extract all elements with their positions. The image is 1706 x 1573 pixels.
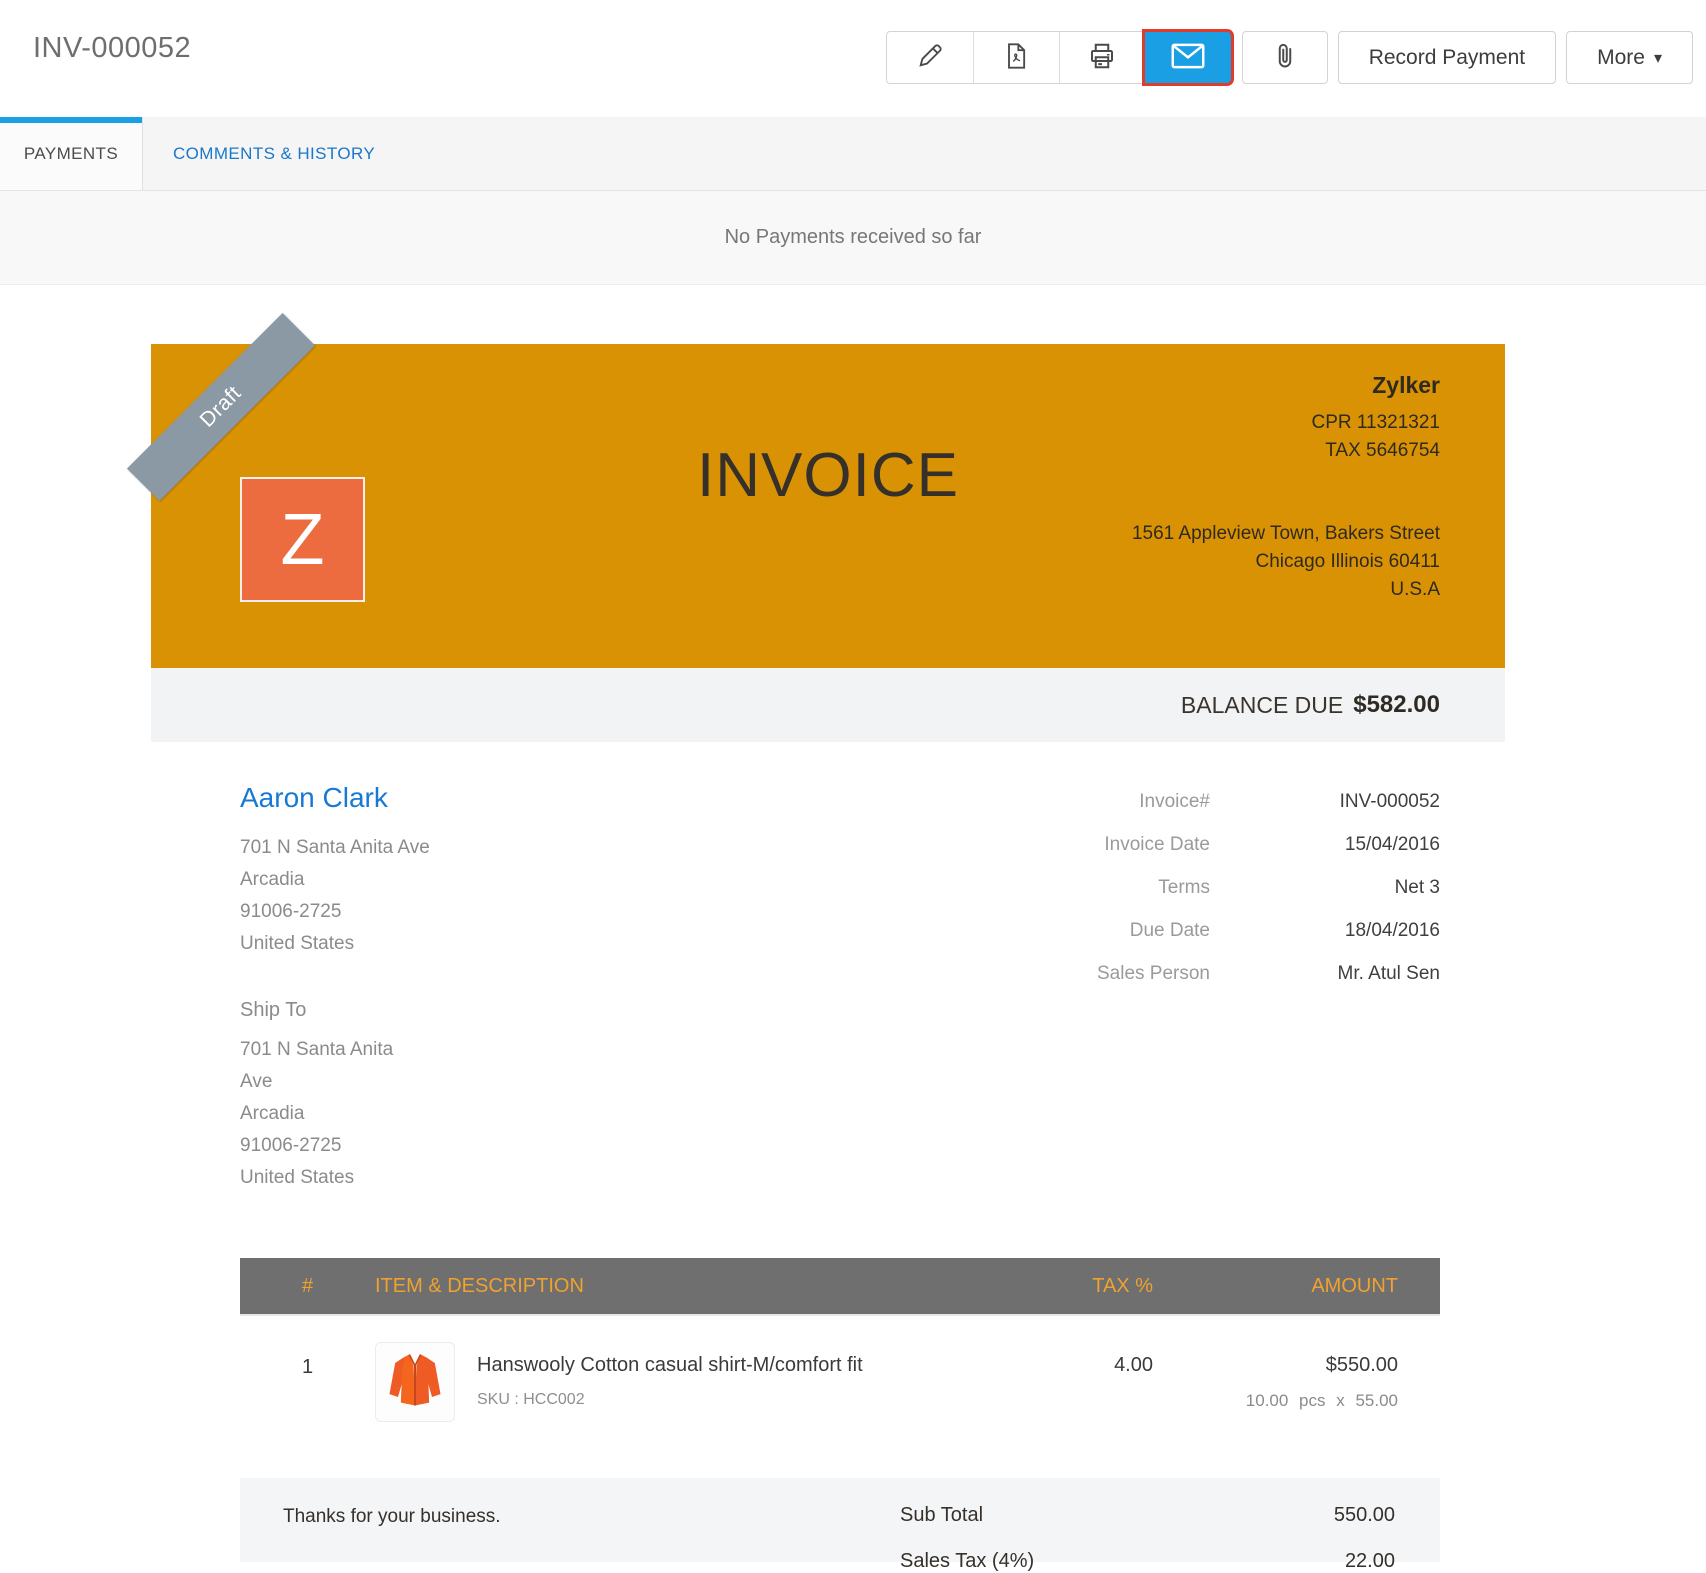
balance-due-strip: BALANCE DUE $582.00 [151, 668, 1505, 742]
attach-file-button[interactable] [1242, 31, 1328, 84]
document-actions-group [886, 31, 1232, 84]
item-tax-percent: 4.00 [973, 1342, 1153, 1422]
tab-comments-history-label: COMMENTS & HISTORY [173, 144, 375, 164]
pdf-file-icon [1002, 42, 1030, 73]
shipping-address-line: 701 N Santa Anita [240, 1034, 500, 1066]
item-amount-cell: $550.00 10.00 pcs x 55.00 [1153, 1342, 1440, 1422]
more-label: More [1597, 46, 1645, 70]
page-title: INV-000052 [33, 32, 191, 65]
invoice-meta: Invoice# INV-000052 Invoice Date 15/04/2… [890, 780, 1440, 995]
tab-comments-history[interactable]: COMMENTS & HISTORY [143, 117, 405, 190]
sales-person-label: Sales Person [890, 963, 1210, 985]
orange-shirt-image [381, 1346, 449, 1419]
ship-to-label: Ship To [240, 999, 500, 1022]
company-address-line: U.S.A [1132, 576, 1440, 604]
col-header-item-description: ITEM & DESCRIPTION [375, 1275, 973, 1298]
due-date-value: 18/04/2016 [1210, 920, 1440, 942]
meta-row-due-date: Due Date 18/04/2016 [890, 909, 1440, 952]
ship-to-block: Ship To 701 N Santa Anita Ave Arcadia 91… [240, 999, 500, 1194]
payments-empty-panel: No Payments received so far [0, 191, 1706, 285]
sales-person-value: Mr. Atul Sen [1210, 963, 1440, 985]
item-cell: Hanswooly Cotton casual shirt-M/comfort … [375, 1342, 973, 1422]
invoice-number-label: Invoice# [890, 791, 1210, 813]
meta-row-sales-person: Sales Person Mr. Atul Sen [890, 952, 1440, 995]
items-table-header: # ITEM & DESCRIPTION TAX % AMOUNT [240, 1258, 1440, 1316]
shipping-address-line: 91006-2725 [240, 1130, 500, 1162]
invoice-summary: Thanks for your business. Sub Total 550.… [240, 1478, 1440, 1562]
more-button[interactable]: More ▾ [1566, 31, 1693, 84]
terms-label: Terms [890, 877, 1210, 899]
meta-row-invoice-date: Invoice Date 15/04/2016 [890, 823, 1440, 866]
shipping-address: 701 N Santa Anita Ave Arcadia 91006-2725… [240, 1034, 500, 1194]
item-description: Hanswooly Cotton casual shirt-M/comfort … [477, 1342, 863, 1377]
items-table: # ITEM & DESCRIPTION TAX % AMOUNT 1 [240, 1258, 1440, 1452]
billing-address-line: 701 N Santa Anita Ave [240, 832, 430, 864]
toolbar: Record Payment More ▾ [886, 31, 1693, 84]
item-thumbnail [375, 1342, 455, 1422]
email-button[interactable] [1145, 32, 1231, 83]
billing-address: 701 N Santa Anita Ave Arcadia 91006-2725… [240, 832, 430, 960]
tab-bar: PAYMENTS COMMENTS & HISTORY [0, 117, 1706, 191]
company-cpr: CPR 11321321 [1132, 409, 1440, 437]
billing-address-line: Arcadia [240, 864, 430, 896]
company-info: Zylker CPR 11321321 TAX 5646754 1561 App… [1132, 372, 1440, 604]
invoice-number-value: INV-000052 [1210, 791, 1440, 813]
due-date-label: Due Date [890, 920, 1210, 942]
col-header-tax: TAX % [973, 1275, 1153, 1298]
company-address-line: 1561 Appleview Town, Bakers Street [1132, 520, 1440, 548]
invoice-header-band: Draft Z INVOICE Zylker CPR 11321321 TAX … [151, 344, 1505, 668]
shipping-address-line: Arcadia [240, 1098, 500, 1130]
printer-icon [1087, 41, 1117, 74]
item-sku: SKU : HCC002 [477, 1391, 863, 1409]
balance-due-label: BALANCE DUE [1181, 692, 1343, 719]
company-address: 1561 Appleview Town, Bakers Street Chica… [1132, 520, 1440, 604]
company-address-line: Chicago Illinois 60411 [1132, 548, 1440, 576]
subtotal-value: 550.00 [1334, 1504, 1395, 1527]
paperclip-icon [1271, 42, 1299, 73]
pencil-icon [916, 42, 944, 73]
item-number: 1 [240, 1342, 375, 1422]
company-name: Zylker [1132, 372, 1440, 399]
meta-row-terms: Terms Net 3 [890, 866, 1440, 909]
shipping-address-line: Ave [240, 1066, 500, 1098]
print-button[interactable] [1059, 32, 1145, 83]
payments-empty-message: No Payments received so far [725, 226, 982, 249]
top-header: INV-000052 [0, 0, 1706, 117]
meta-row-invoice-number: Invoice# INV-000052 [890, 780, 1440, 823]
billing-address-line: 91006-2725 [240, 896, 430, 928]
col-header-amount: AMOUNT [1153, 1275, 1440, 1298]
balance-due-value: $582.00 [1353, 691, 1440, 719]
item-qty-detail: 10.00 pcs x 55.00 [1153, 1391, 1398, 1411]
record-payment-button[interactable]: Record Payment [1338, 31, 1556, 84]
item-row: 1 Hanswooly Cotton [240, 1316, 1440, 1452]
edit-button[interactable] [887, 32, 973, 83]
invoice-document: Draft Z INVOICE Zylker CPR 11321321 TAX … [151, 344, 1505, 1562]
subtotal-label: Sub Total [900, 1504, 983, 1527]
billing-address-line: United States [240, 928, 430, 960]
tab-payments[interactable]: PAYMENTS [0, 117, 143, 190]
caret-down-icon: ▾ [1654, 48, 1662, 68]
record-payment-label: Record Payment [1369, 46, 1525, 70]
invoice-notes: Thanks for your business. [283, 1506, 501, 1528]
customer-name-link[interactable]: Aaron Clark [240, 782, 430, 814]
item-amount: $550.00 [1153, 1342, 1398, 1377]
envelope-icon [1170, 41, 1206, 74]
terms-value: Net 3 [1210, 877, 1440, 899]
company-tax: TAX 5646754 [1132, 437, 1440, 465]
item-text: Hanswooly Cotton casual shirt-M/comfort … [477, 1342, 863, 1422]
col-header-number: # [240, 1275, 375, 1298]
shipping-address-line: United States [240, 1162, 500, 1194]
export-pdf-button[interactable] [973, 32, 1059, 83]
tab-payments-label: PAYMENTS [24, 144, 118, 164]
invoice-date-value: 15/04/2016 [1210, 834, 1440, 856]
bill-to-block: Aaron Clark 701 N Santa Anita Ave Arcadi… [240, 782, 430, 960]
invoice-date-label: Invoice Date [890, 834, 1210, 856]
